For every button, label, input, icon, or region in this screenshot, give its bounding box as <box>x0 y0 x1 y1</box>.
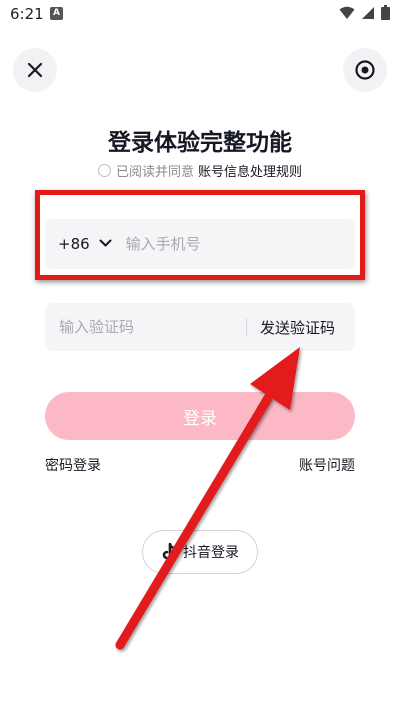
signal-icon <box>362 6 374 19</box>
status-time: 6:21 <box>10 5 44 23</box>
code-divider <box>246 318 247 336</box>
douyin-login-label: 抖音登录 <box>183 545 239 561</box>
login-button[interactable]: 登录 <box>45 392 355 440</box>
annotation-highlight-box <box>35 190 365 280</box>
verification-code-field: 发送验证码 <box>45 303 355 351</box>
wifi-icon <box>339 6 355 19</box>
douyin-logo-icon <box>162 543 177 560</box>
agreement-link[interactable]: 账号信息处理规则 <box>198 161 302 180</box>
notification-icon: A <box>50 7 63 20</box>
close-button[interactable] <box>13 48 57 92</box>
close-icon <box>27 62 43 78</box>
send-code-button[interactable]: 发送验证码 <box>260 317 335 338</box>
agreement-text: 已阅读并同意 <box>115 165 194 180</box>
douyin-login-button[interactable]: 抖音登录 <box>142 530 258 574</box>
status-bar: 6:21 A <box>0 0 400 28</box>
code-input[interactable] <box>59 318 229 336</box>
battery-icon <box>381 5 390 20</box>
account-issue-link[interactable]: 账号问题 <box>299 455 355 475</box>
status-icons <box>339 5 390 20</box>
settings-button[interactable] <box>343 48 387 92</box>
annotation-arrow <box>115 347 300 650</box>
target-icon <box>355 60 375 80</box>
password-login-link[interactable]: 密码登录 <box>45 455 101 475</box>
agreement-checkbox[interactable] <box>97 164 111 177</box>
page-title: 登录体验完整功能 <box>108 130 292 156</box>
agreement-row: 已阅读并同意 账号信息处理规则 <box>0 161 400 180</box>
